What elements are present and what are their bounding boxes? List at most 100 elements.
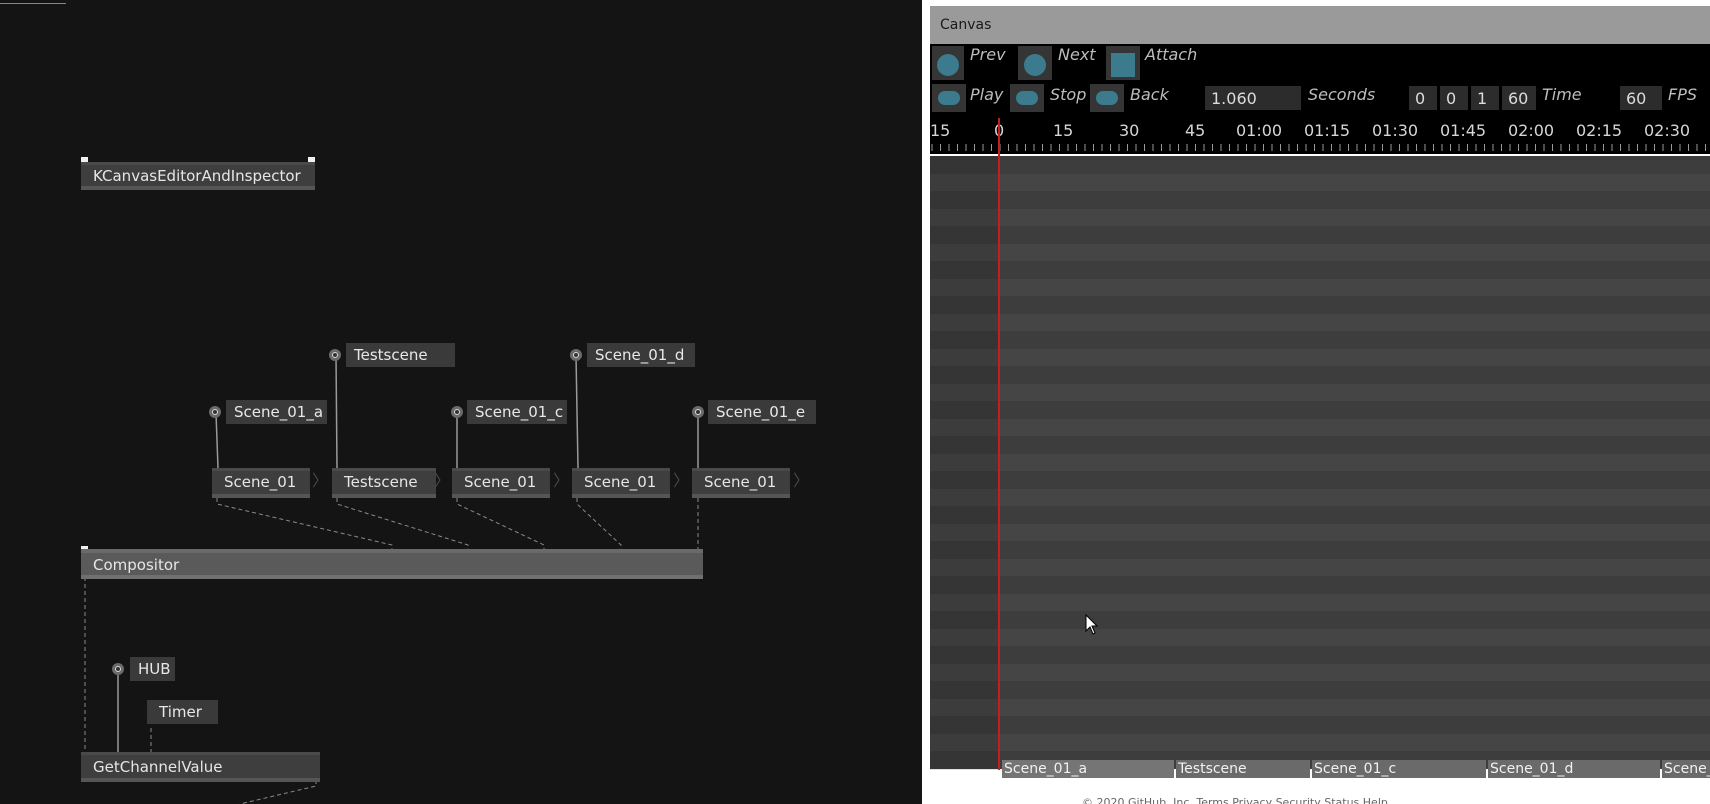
next-icon xyxy=(1024,54,1046,76)
clip-scene01d[interactable]: Scene_01_d xyxy=(1488,760,1660,778)
iobox-testscene[interactable]: Testscene xyxy=(346,343,455,367)
timeline-track[interactable] xyxy=(930,541,1710,559)
input-pin-icon[interactable] xyxy=(209,406,221,418)
ruler-tick: 02:15 xyxy=(1576,121,1623,140)
attach-icon xyxy=(1111,53,1135,77)
chevron-right-icon: 〉 xyxy=(553,471,570,490)
timeline-track[interactable] xyxy=(930,366,1710,384)
timeline-track[interactable] xyxy=(930,506,1710,524)
time-seconds-input[interactable]: 1 xyxy=(1471,86,1499,110)
link-dash-3 xyxy=(456,498,545,551)
next-label: Next xyxy=(1058,45,1096,64)
scene-node[interactable]: Scene_01 xyxy=(452,468,550,498)
timeline-track[interactable] xyxy=(930,331,1710,349)
scene-node[interactable]: Scene_01 xyxy=(212,468,310,498)
timeline-tracks[interactable]: Scene_01_a Testscene Scene_01_c Scene_01… xyxy=(930,156,1710,778)
chevron-right-icon: 〉 xyxy=(312,471,329,490)
link-dash-4 xyxy=(576,498,622,551)
chevron-right-icon: 〉 xyxy=(434,471,451,490)
timeline-track[interactable] xyxy=(930,471,1710,489)
timeline-track[interactable] xyxy=(930,191,1710,209)
stop-label: Stop xyxy=(1050,85,1087,104)
timeline-track[interactable] xyxy=(930,558,1710,576)
compositor-node[interactable]: Compositor xyxy=(81,549,703,579)
timeline-track[interactable] xyxy=(930,243,1710,261)
timeline-track[interactable] xyxy=(930,628,1710,646)
scene-node[interactable]: Scene_01 xyxy=(692,468,790,498)
scene-node[interactable]: Scene_01 xyxy=(572,468,670,498)
ruler-tick: 02:00 xyxy=(1508,121,1555,140)
ruler-tick: 30 xyxy=(1119,121,1140,140)
timeline-track[interactable] xyxy=(930,681,1710,699)
canvas-window[interactable]: Canvas Prev Next Attach Play Stop Back 1… xyxy=(922,0,1710,804)
seconds-input[interactable]: 1.060 xyxy=(1205,86,1301,110)
timeline-track[interactable] xyxy=(930,278,1710,296)
link-dash-2 xyxy=(336,498,469,551)
iobox-scene01c[interactable]: Scene_01_c xyxy=(467,400,567,424)
input-pin-icon[interactable] xyxy=(451,406,463,418)
input-pin-icon[interactable] xyxy=(112,663,124,675)
track-header-column xyxy=(930,156,1000,770)
ruler-tick: 02:30 xyxy=(1644,121,1691,140)
window-title[interactable]: Canvas xyxy=(930,6,1710,44)
time-hours-input[interactable]: 0 xyxy=(1409,86,1437,110)
timeline-track[interactable] xyxy=(930,418,1710,436)
ruler-tick: 01:00 xyxy=(1236,121,1283,140)
iobox-scene01a[interactable]: Scene_01_a xyxy=(226,400,327,424)
input-pin-icon[interactable] xyxy=(570,349,582,361)
timeline-track[interactable] xyxy=(930,488,1710,506)
timeline-track[interactable] xyxy=(930,173,1710,191)
timeline-track[interactable] xyxy=(930,348,1710,366)
timeline-track[interactable] xyxy=(930,296,1710,314)
timeline-track[interactable] xyxy=(930,646,1710,664)
play-icon xyxy=(938,91,960,105)
mouse-cursor-icon xyxy=(1085,614,1099,635)
link-scene01d xyxy=(575,354,579,469)
page-footer: © 2020 GitHub, Inc. Terms Privacy Securi… xyxy=(1082,796,1388,804)
input-pin-icon[interactable] xyxy=(329,349,341,361)
timeline-track[interactable] xyxy=(930,716,1710,734)
timeline-track[interactable] xyxy=(930,401,1710,419)
clip-testscene[interactable]: Testscene xyxy=(1176,760,1310,778)
link-testscene xyxy=(335,354,338,469)
timeline-track[interactable] xyxy=(930,226,1710,244)
timeline-track[interactable] xyxy=(930,453,1710,471)
ruler-tick: 15 xyxy=(930,121,951,140)
timeline-track[interactable] xyxy=(930,261,1710,279)
ruler-tick: 45 xyxy=(1185,121,1206,140)
ruler-tick: 15 xyxy=(1053,121,1074,140)
timeline-track[interactable] xyxy=(930,733,1710,751)
timeline-ruler[interactable]: 15 0 15 30 45 01:00 01:15 01:30 01:45 02… xyxy=(930,118,1710,154)
timeline-track[interactable] xyxy=(930,313,1710,331)
timeline-track[interactable] xyxy=(930,523,1710,541)
timer-node[interactable]: Timer xyxy=(147,700,218,724)
clip-scene01c[interactable]: Scene_01_c xyxy=(1312,760,1486,778)
timeline-track[interactable] xyxy=(930,208,1710,226)
timeline-track[interactable] xyxy=(930,663,1710,681)
ruler-tick: 01:30 xyxy=(1372,121,1419,140)
clip-scene01a[interactable]: Scene_01_a xyxy=(1002,760,1174,778)
playhead[interactable] xyxy=(998,118,1000,770)
timeline-track[interactable] xyxy=(930,436,1710,454)
time-minutes-input[interactable]: 0 xyxy=(1440,86,1468,110)
iobox-scene01e[interactable]: Scene_01_e xyxy=(708,400,816,424)
timeline-track[interactable] xyxy=(930,593,1710,611)
fps-input[interactable]: 60 xyxy=(1620,86,1662,110)
timeline-track[interactable] xyxy=(930,156,1710,174)
time-label: Time xyxy=(1542,85,1582,104)
clip-scene-e[interactable]: Scene_ xyxy=(1662,760,1710,778)
input-pin-icon[interactable] xyxy=(692,406,704,418)
scene-node[interactable]: Testscene xyxy=(332,468,436,498)
time-frames-input[interactable]: 60 xyxy=(1502,86,1536,110)
timeline-track[interactable] xyxy=(930,576,1710,594)
timeline-track[interactable] xyxy=(930,698,1710,716)
patch-editor[interactable]: KCanvasEditorAndInspector Testscene Scen… xyxy=(0,0,922,804)
inspector-node[interactable]: KCanvasEditorAndInspector xyxy=(81,162,315,190)
iobox-scene01d[interactable]: Scene_01_d xyxy=(587,343,695,367)
fps-label: FPS xyxy=(1668,85,1698,104)
timeline-track[interactable] xyxy=(930,383,1710,401)
iobox-hub[interactable]: HUB xyxy=(130,657,175,681)
getchannelvalue-node[interactable]: GetChannelValue xyxy=(81,752,320,782)
prev-icon xyxy=(937,54,959,76)
timeline-track[interactable] xyxy=(930,611,1710,629)
